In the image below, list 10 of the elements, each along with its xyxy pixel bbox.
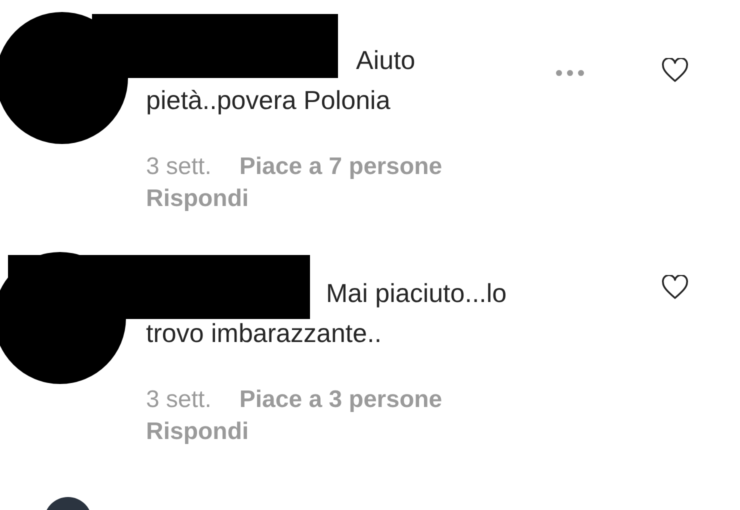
heart-icon[interactable] [661, 58, 689, 83]
comment-time: 3 sett. [146, 385, 212, 415]
comment-time: 3 sett. [146, 152, 212, 182]
heart-icon[interactable] [661, 275, 689, 300]
comment-text: Aiuto pietà..povera Polonia [146, 40, 566, 120]
reply-link[interactable]: Rispondi [146, 183, 566, 215]
likes-link[interactable]: Piace a 7 persone [239, 151, 442, 183]
reply-link[interactable]: Rispondi [146, 416, 566, 448]
likes-link[interactable]: Piace a 3 persone [239, 384, 442, 416]
more-icon[interactable] [555, 69, 585, 77]
